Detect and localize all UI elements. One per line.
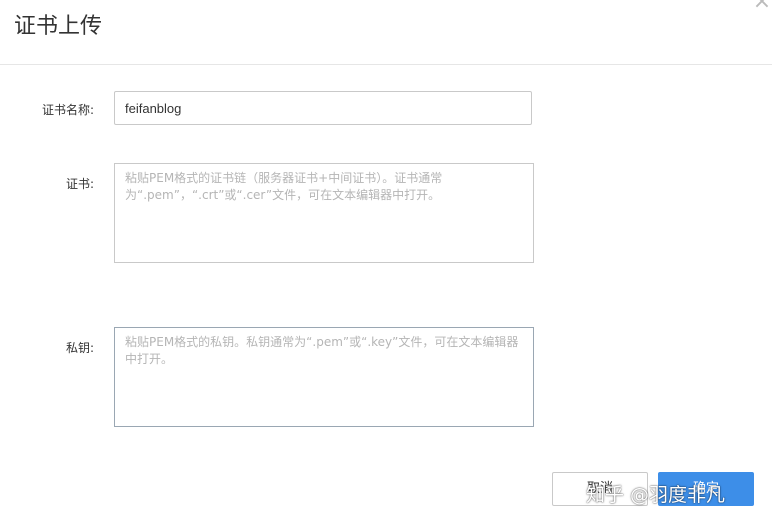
- dialog-title: 证书上传: [14, 14, 103, 39]
- confirm-button[interactable]: 确定: [658, 472, 754, 506]
- private-key-textarea[interactable]: [114, 327, 534, 427]
- private-key-label: 私钥:: [65, 341, 94, 355]
- header-divider: [0, 64, 772, 65]
- cert-label: 证书:: [65, 177, 94, 191]
- cert-textarea[interactable]: [114, 163, 534, 263]
- cancel-button[interactable]: 取消: [552, 472, 648, 506]
- cert-name-input[interactable]: [114, 91, 532, 125]
- cert-name-label: 证书名称:: [41, 103, 94, 117]
- certificate-upload-dialog: 证书上传 × 证书名称: 证书: 私钥: 取消 确定 知乎 @羽度非凡: [0, 0, 772, 526]
- close-icon[interactable]: ×: [752, 0, 772, 13]
